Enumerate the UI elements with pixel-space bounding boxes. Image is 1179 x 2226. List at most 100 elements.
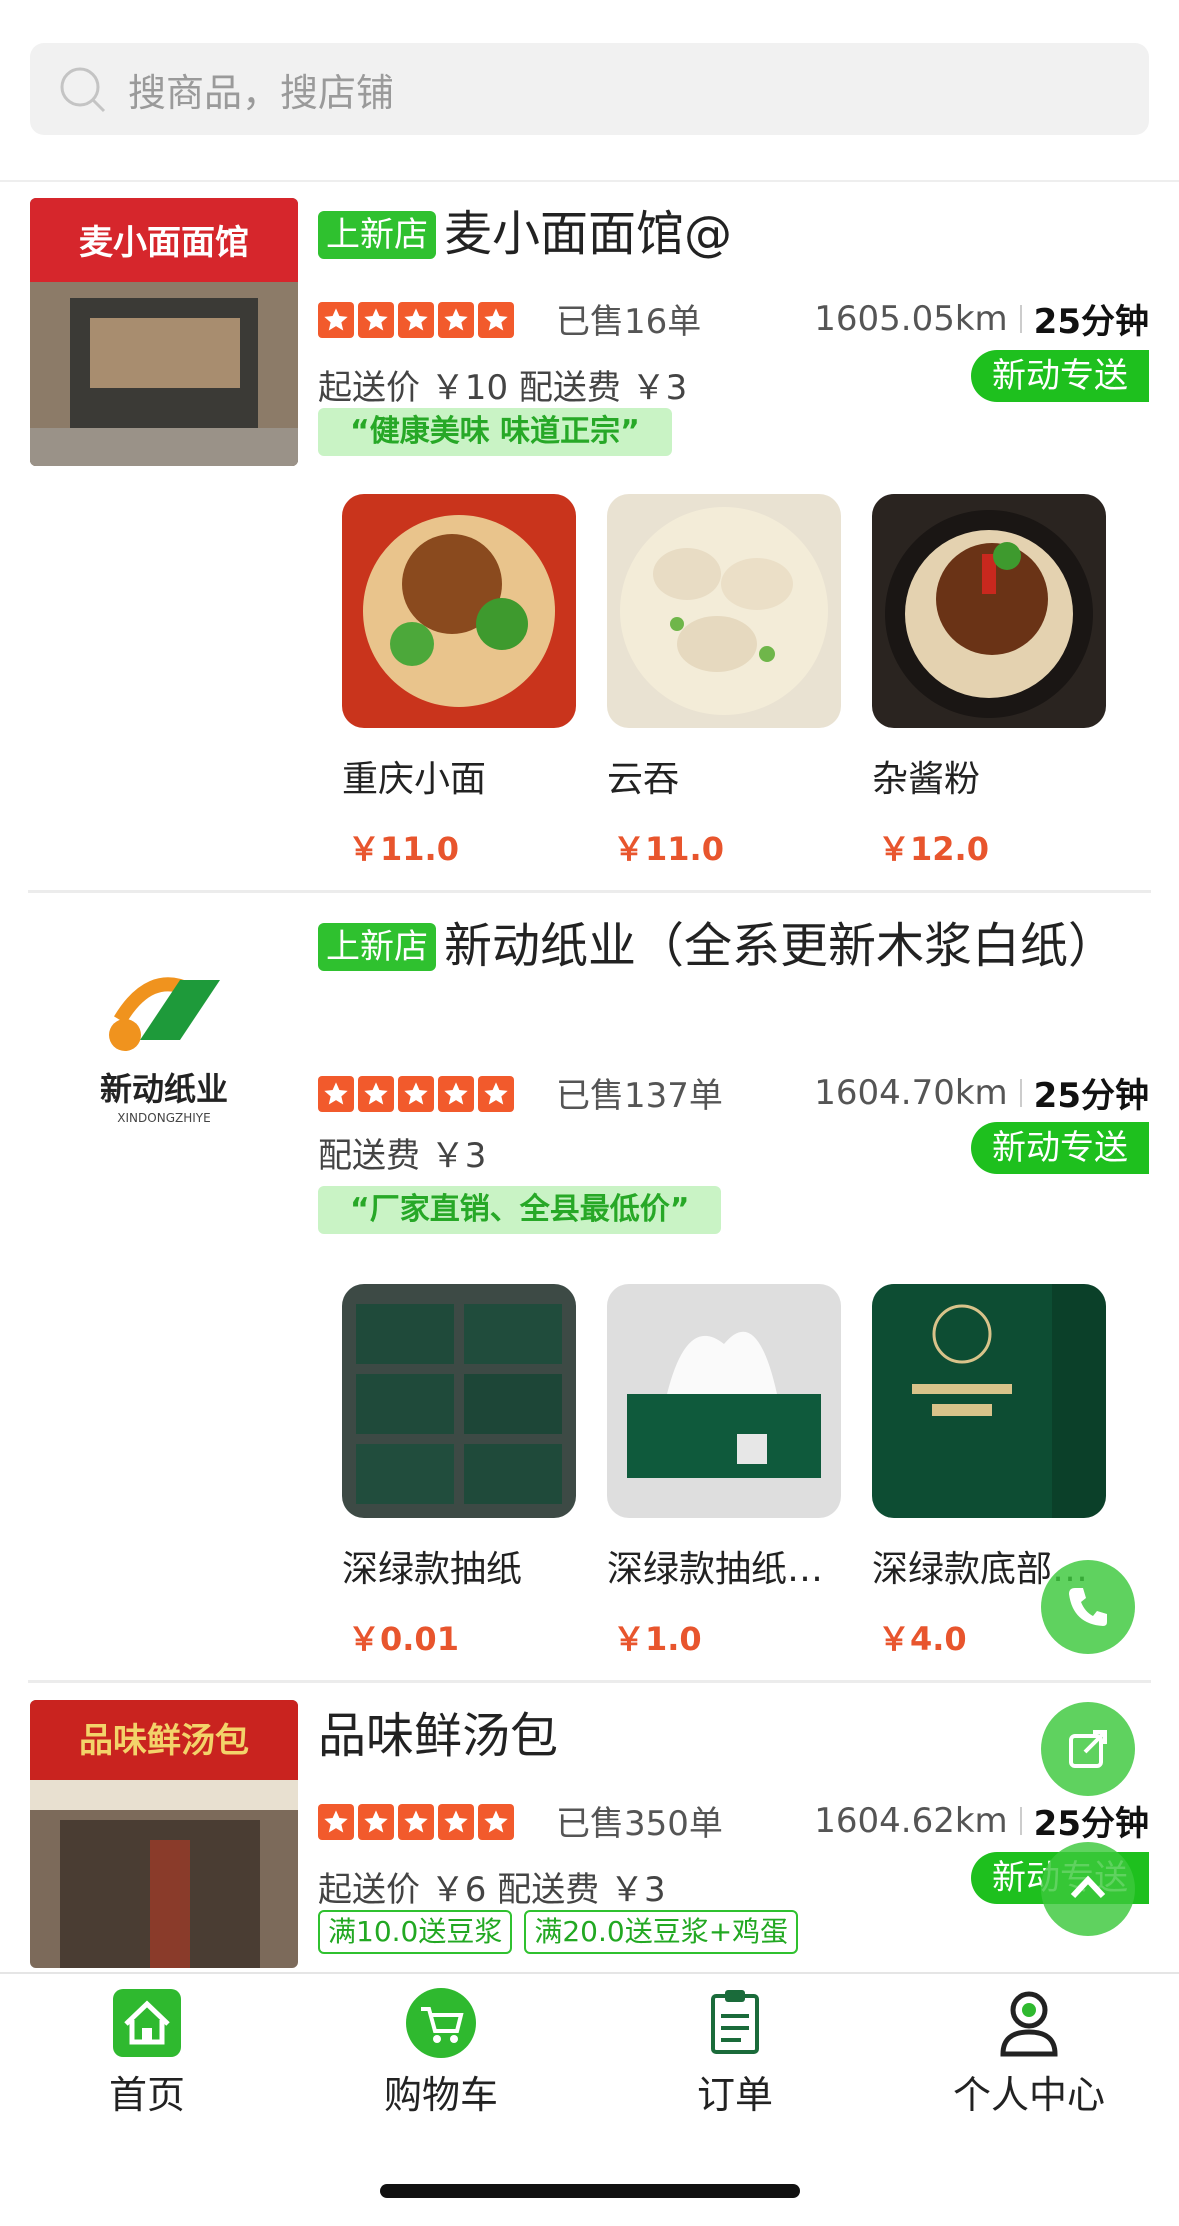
product-price: ￥11.0 <box>613 830 724 868</box>
star-icon <box>438 1804 474 1840</box>
chevron-up-icon <box>1070 1875 1106 1899</box>
store-title[interactable]: 上新店 麦小面面馆@ <box>318 198 1119 270</box>
cart-icon <box>404 1986 478 2060</box>
distance-info: 1605.05km 25分钟 <box>814 294 1149 343</box>
sold-count: 已售137单 <box>556 1076 723 1116</box>
product-name: 重庆小面 <box>342 759 487 800</box>
product-item[interactable]: 深绿款抽纸 ￥0.01 <box>342 1284 578 1660</box>
star-icon <box>358 302 394 338</box>
share-button[interactable] <box>1041 1702 1135 1796</box>
product-name: 深绿款抽纸 <box>342 1549 523 1590</box>
search-input[interactable]: 搜商品，搜店铺 <box>128 62 394 117</box>
phone-icon <box>1069 1588 1107 1626</box>
product-item[interactable]: 深绿款抽纸… ￥1.0 <box>607 1284 843 1660</box>
product-image[interactable] <box>872 494 1106 728</box>
divider <box>1019 1806 1022 1835</box>
share-icon <box>1069 1730 1107 1768</box>
profile-icon <box>992 1986 1066 2060</box>
product-price: ￥11.0 <box>348 830 459 868</box>
express-badge: 新动专送 <box>971 350 1149 402</box>
fee-info: 配送费 ￥3 <box>318 1136 487 1176</box>
star-icon <box>438 1076 474 1112</box>
distance-info: 1604.62km 25分钟 <box>814 1796 1149 1845</box>
tab-orders[interactable]: 订单 <box>625 1986 845 2119</box>
tab-cart[interactable]: 购物车 <box>331 1986 551 2119</box>
star-icon <box>318 302 354 338</box>
tab-label: 购物车 <box>383 2073 498 2117</box>
product-image[interactable] <box>342 1284 576 1518</box>
back-to-top-button[interactable] <box>1041 1842 1135 1936</box>
star-icon <box>318 1804 354 1840</box>
rating-stars <box>318 1804 514 1840</box>
tab-profile[interactable]: 个人中心 <box>919 1986 1139 2119</box>
delivery-time: 25分钟 <box>1033 1076 1149 1116</box>
product-price: ￥1.0 <box>613 1620 702 1658</box>
store-logo[interactable]: 新动纸业 XINDONGZHIYE <box>30 910 298 1178</box>
product-name: 深绿款抽纸… <box>607 1549 824 1590</box>
divider <box>1019 304 1022 333</box>
star-icon <box>398 1804 434 1840</box>
logo-text: 新动纸业 <box>100 1070 228 1108</box>
rating-stars <box>318 1076 514 1112</box>
store-divider <box>28 1680 1151 1683</box>
store-name: 品味鲜汤包 <box>318 1708 559 1764</box>
store-photo[interactable]: 麦小面面馆 <box>30 198 298 466</box>
delivery-time: 25分钟 <box>1033 1804 1149 1844</box>
tab-label: 首页 <box>108 2073 185 2117</box>
search-header: 搜商品，搜店铺 <box>0 0 1179 182</box>
store-title[interactable]: 品味鲜汤包 <box>318 1700 1119 1772</box>
product-image[interactable] <box>342 494 576 728</box>
store-feed: 麦小面面馆 上新店 麦小面面馆@ 已售16单 1605.05km 25分钟 起送价… <box>0 182 1179 1972</box>
distance-info: 1604.70km 25分钟 <box>814 1068 1149 1117</box>
home-icon <box>110 1986 184 2060</box>
shop-sign-text: 麦小面面馆 <box>79 223 249 263</box>
star-icon <box>358 1076 394 1112</box>
new-store-badge: 上新店 <box>318 211 436 259</box>
star-icon <box>358 1804 394 1840</box>
star-icon <box>478 302 514 338</box>
product-price: ￥0.01 <box>348 1620 459 1658</box>
product-image[interactable] <box>607 494 841 728</box>
star-icon <box>438 302 474 338</box>
express-badge: 新动专送 <box>971 1122 1149 1174</box>
store-slogan: “厂家直销、全县最低价” <box>318 1186 722 1234</box>
promo-tag: 满20.0送豆浆+鸡蛋 <box>524 1910 799 1954</box>
product-item[interactable]: 重庆小面 ￥11.0 <box>342 494 578 870</box>
sold-count: 已售350单 <box>556 1804 723 1844</box>
search-bar[interactable]: 搜商品，搜店铺 <box>30 43 1149 135</box>
star-icon <box>398 1076 434 1112</box>
star-icon <box>478 1076 514 1112</box>
tab-home[interactable]: 首页 <box>37 1986 257 2119</box>
store-title[interactable]: 上新店 新动纸业（全系更新木浆白纸） <box>318 910 1119 982</box>
fee-info: 起送价 ￥10 配送费 ￥3 <box>318 368 688 408</box>
product-image[interactable] <box>607 1284 841 1518</box>
shop-sign-text: 品味鲜汤包 <box>79 1721 249 1761</box>
star-icon <box>318 1076 354 1112</box>
distance: 1604.70km <box>814 1072 1008 1113</box>
tab-label: 个人中心 <box>952 2073 1105 2117</box>
product-image[interactable] <box>872 1284 1106 1518</box>
product-item[interactable]: 云吞 ￥11.0 <box>607 494 843 870</box>
sold-count: 已售16单 <box>556 302 702 342</box>
product-name: 杂酱粉 <box>872 759 981 800</box>
fee-info: 起送价 ￥6 配送费 ￥3 <box>318 1870 666 1910</box>
new-store-badge: 上新店 <box>318 923 436 971</box>
rating-stars <box>318 302 514 338</box>
tab-label: 订单 <box>696 2073 773 2117</box>
delivery-time: 25分钟 <box>1033 302 1149 342</box>
product-price: ￥12.0 <box>878 830 989 868</box>
star-icon <box>398 302 434 338</box>
promo-tag: 满10.0送豆浆 <box>318 1910 513 1954</box>
home-indicator <box>380 2184 800 2198</box>
promo-tags: 满10.0送豆浆 满20.0送豆浆+鸡蛋 <box>318 1910 799 1954</box>
logo-subtext: XINDONGZHIYE <box>117 1111 210 1125</box>
search-icon <box>60 67 106 113</box>
call-button[interactable] <box>1041 1560 1135 1654</box>
store-photo[interactable]: 品味鲜汤包 <box>30 1700 298 1968</box>
order-icon <box>698 1986 772 2060</box>
distance: 1605.05km <box>814 298 1008 339</box>
product-name: 云吞 <box>607 759 680 800</box>
distance: 1604.62km <box>814 1800 1008 1841</box>
product-item[interactable]: 杂酱粉 ￥12.0 <box>872 494 1108 870</box>
store-slogan: “健康美味 味道正宗” <box>318 408 672 456</box>
